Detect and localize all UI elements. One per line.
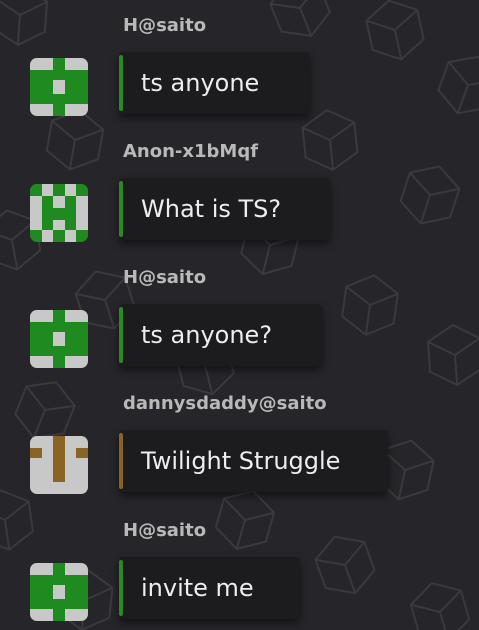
message-bubble: invite me [119, 557, 300, 619]
user-avatar[interactable] [30, 184, 88, 242]
message-accent-bar [119, 433, 123, 489]
message-accent-bar [119, 560, 123, 616]
sender-name[interactable]: Anon-x1bMqf [123, 140, 258, 164]
sender-name[interactable]: H@saito [123, 519, 206, 543]
green-identicon [30, 58, 88, 116]
message-text: ts anyone? [141, 321, 273, 349]
message-text: ts anyone [141, 69, 260, 97]
green-identicon [30, 310, 88, 368]
message-bubble: ts anyone? [119, 304, 322, 366]
sender-name[interactable]: dannysdaddy@saito [123, 392, 327, 416]
green-identicon [30, 563, 88, 621]
message-bubble: What is TS? [119, 178, 330, 240]
sender-name[interactable]: H@saito [123, 266, 206, 290]
brown-identicon [30, 436, 88, 494]
user-avatar[interactable] [30, 310, 88, 368]
message-text: invite me [141, 574, 254, 602]
user-avatar[interactable] [30, 58, 88, 116]
user-avatar[interactable] [30, 436, 88, 494]
user-avatar[interactable] [30, 563, 88, 621]
green-identicon [30, 184, 88, 242]
message-bubble: ts anyone [119, 52, 310, 114]
message-text: Twilight Struggle [141, 447, 341, 475]
chat-log: H@saito ts anyone Anon-x1bMqf What is TS… [0, 0, 479, 630]
message-accent-bar [119, 55, 123, 111]
message-text: What is TS? [141, 195, 282, 223]
message-bubble: Twilight Struggle [119, 430, 388, 492]
message-accent-bar [119, 181, 123, 237]
message-accent-bar [119, 307, 123, 363]
sender-name[interactable]: H@saito [123, 14, 206, 38]
